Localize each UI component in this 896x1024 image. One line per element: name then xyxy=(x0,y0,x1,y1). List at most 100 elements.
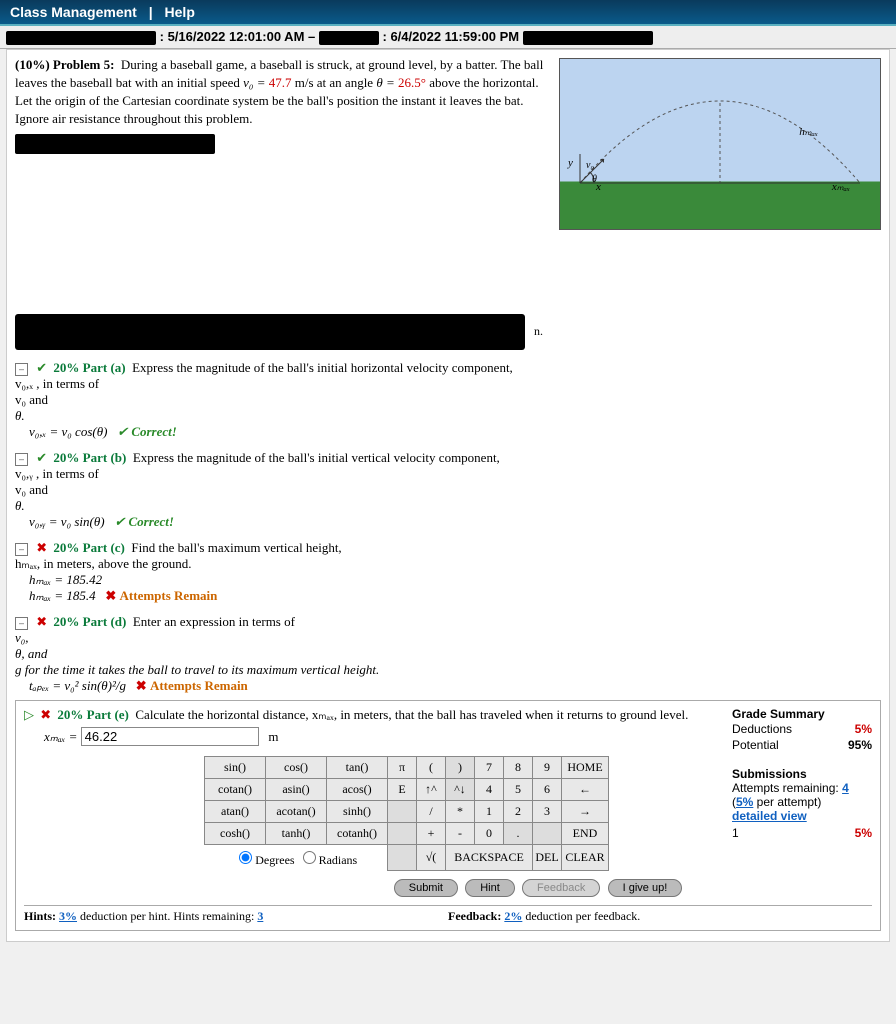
x-icon: ✖ xyxy=(36,614,47,629)
part-b-answer: v₀,ᵧ = v₀ sin(θ) xyxy=(29,514,105,529)
key-left[interactable]: ← xyxy=(562,778,609,800)
nav-help[interactable]: Help xyxy=(165,4,195,20)
check-icon: ✔ xyxy=(36,360,47,375)
key-blank2 xyxy=(388,822,417,844)
feedback-button[interactable]: Feedback xyxy=(522,879,600,897)
key-sin[interactable]: sin() xyxy=(205,756,266,778)
detailed-view-link[interactable]: detailed view xyxy=(732,809,872,823)
key-0[interactable]: 0 xyxy=(475,822,504,844)
key-8[interactable]: 8 xyxy=(504,756,533,778)
key-3[interactable]: 3 xyxy=(533,800,562,822)
grade-summary-panel: Grade Summary Deductions5% Potential95% … xyxy=(732,707,872,841)
redacted-2 xyxy=(15,314,525,350)
key-end[interactable]: END xyxy=(562,822,609,844)
key-2[interactable]: 2 xyxy=(504,800,533,822)
key-atan[interactable]: atan() xyxy=(205,800,266,822)
collapse-icon[interactable]: – xyxy=(15,617,28,630)
topbar: Class Management | Help xyxy=(0,0,896,26)
key-acotan[interactable]: acotan() xyxy=(266,800,327,822)
answer-input[interactable] xyxy=(81,727,259,746)
key-4[interactable]: 4 xyxy=(475,778,504,800)
key-7[interactable]: 7 xyxy=(475,756,504,778)
key-minus[interactable]: - xyxy=(446,822,475,844)
part-a: – ✔ 20% Part (a) Express the magnitude o… xyxy=(15,360,881,440)
due-date: : 6/4/2022 11:59:00 PM xyxy=(383,29,520,44)
part-e: ▷ ✖ 20% Part (e) Calculate the horizonta… xyxy=(15,700,881,932)
check-icon: ✔ xyxy=(36,450,47,465)
key-backspace[interactable]: BACKSPACE xyxy=(446,844,533,871)
grade-summary-title: Grade Summary xyxy=(732,707,872,721)
fig-theta-label: θ xyxy=(592,174,597,185)
key-cos[interactable]: cos() xyxy=(266,756,327,778)
key-clear[interactable]: CLEAR xyxy=(562,844,609,871)
key-cotan[interactable]: cotan() xyxy=(205,778,266,800)
xmax-label: xₘₐₓ = xyxy=(44,729,81,744)
key-e[interactable]: E xyxy=(388,778,417,800)
key-down[interactable]: ^↓ xyxy=(446,778,475,800)
part-d: – ✖ 20% Part (d) Enter an expression in … xyxy=(15,614,881,694)
key-5[interactable]: 5 xyxy=(504,778,533,800)
correct-label: Correct! xyxy=(131,424,177,439)
unit-label: m xyxy=(268,729,278,744)
per-attempt-link[interactable]: 5% xyxy=(736,795,753,809)
mode-degrees-label: Degrees xyxy=(255,853,294,867)
fig-y-label: y xyxy=(568,157,573,169)
hints-remaining-link[interactable]: 3 xyxy=(257,909,263,923)
hint-button[interactable]: Hint xyxy=(465,879,515,897)
giveup-button[interactable]: I give up! xyxy=(608,879,683,897)
key-rparen[interactable]: ) xyxy=(446,756,475,778)
x-icon: ✖ xyxy=(40,707,51,722)
part-a-text: Express the magnitude of the ball's init… xyxy=(132,360,513,375)
mode-radians-radio[interactable] xyxy=(303,851,316,864)
assignment-date-bar: : 5/16/2022 12:01:00 AM – : 6/4/2022 11:… xyxy=(0,26,896,49)
key-up[interactable]: ↑^ xyxy=(417,778,446,800)
nav-class-mgmt[interactable]: Class Management xyxy=(10,4,137,20)
key-blank1 xyxy=(388,800,417,822)
key-right[interactable]: → xyxy=(562,800,609,822)
mode-degrees-radio[interactable] xyxy=(239,851,252,864)
key-plus[interactable]: + xyxy=(417,822,446,844)
begin-date: : 5/16/2022 12:01:00 AM – xyxy=(160,29,316,44)
key-div[interactable]: / xyxy=(417,800,446,822)
hint-deduction-link[interactable]: 3% xyxy=(59,909,77,923)
submit-button[interactable]: Submit xyxy=(394,879,458,897)
mode-radians-label: Radians xyxy=(319,853,358,867)
attempts-remain: Attempts Remain xyxy=(150,678,248,693)
collapse-icon[interactable]: – xyxy=(15,543,28,556)
key-acos[interactable]: acos() xyxy=(327,778,388,800)
part-c: – ✖ 20% Part (c) Find the ball's maximum… xyxy=(15,540,881,604)
key-mul[interactable]: * xyxy=(446,800,475,822)
feedback-deduction-link[interactable]: 2% xyxy=(504,909,522,923)
part-a-label: 20% Part (a) xyxy=(53,360,125,375)
key-1[interactable]: 1 xyxy=(475,800,504,822)
key-lparen[interactable]: ( xyxy=(417,756,446,778)
key-home[interactable]: HOME xyxy=(562,756,609,778)
part-e-text: Calculate the horizontal distance, xₘₐₓ,… xyxy=(135,707,688,722)
part-c-label: 20% Part (c) xyxy=(53,540,124,555)
collapse-icon[interactable]: – xyxy=(15,453,28,466)
attempts-remaining-link[interactable]: 4 xyxy=(842,781,849,795)
nav-divider: | xyxy=(149,4,153,20)
collapse-icon[interactable]: – xyxy=(15,363,28,376)
correct-label: Correct! xyxy=(128,514,174,529)
problem-container: hₘₐₓ xₘₐₓ x y v₀ θ (10%) Problem 5: Duri… xyxy=(6,49,890,943)
key-pi[interactable]: π xyxy=(388,756,417,778)
key-tanh[interactable]: tanh() xyxy=(266,822,327,844)
key-del[interactable]: DEL xyxy=(533,844,562,871)
key-sinh[interactable]: sinh() xyxy=(327,800,388,822)
attempts-remain: Attempts Remain xyxy=(120,588,218,603)
trajectory-figure: hₘₐₓ xₘₐₓ x y v₀ θ xyxy=(559,58,881,230)
submissions-title: Submissions xyxy=(732,767,872,781)
key-cosh[interactable]: cosh() xyxy=(205,822,266,844)
key-cotanh[interactable]: cotanh() xyxy=(327,822,388,844)
key-9[interactable]: 9 xyxy=(533,756,562,778)
key-dot[interactable]: . xyxy=(504,822,533,844)
key-6[interactable]: 6 xyxy=(533,778,562,800)
key-asin[interactable]: asin() xyxy=(266,778,327,800)
key-tan[interactable]: tan() xyxy=(327,756,388,778)
part-c-attempt2: hₘₐₓ = 185.4 xyxy=(29,588,96,603)
key-blank3 xyxy=(533,822,562,844)
key-blank4 xyxy=(388,844,417,871)
fig-v0-label: v₀ xyxy=(586,160,594,171)
key-sqrt[interactable]: √( xyxy=(417,844,446,871)
